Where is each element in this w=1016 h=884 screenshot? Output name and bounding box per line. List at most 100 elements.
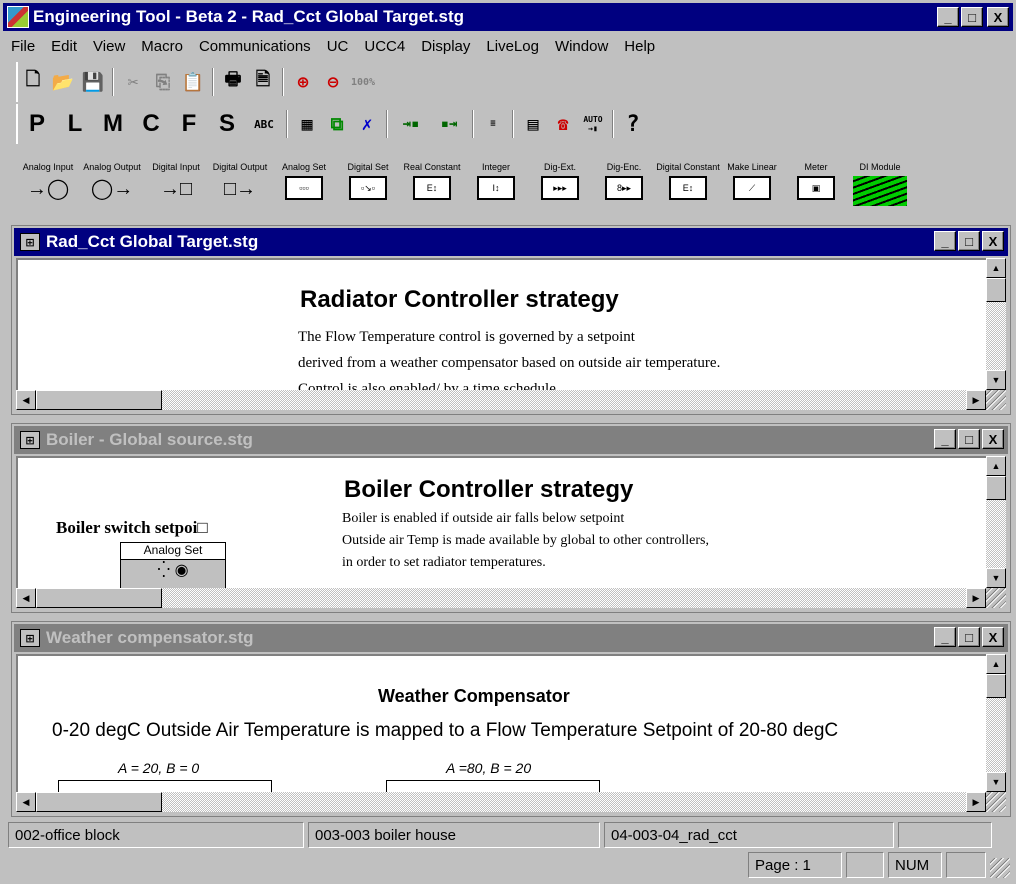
scroll-up-button[interactable]: ▲ — [986, 654, 1006, 674]
scroll-up-button[interactable]: ▲ — [986, 258, 1006, 278]
rad-cct-window[interactable]: ⊞ Rad_Cct Global Target.stg _ □ X Radiat… — [11, 225, 1011, 415]
close-button[interactable]: X — [982, 429, 1004, 449]
maximize-button[interactable]: □ — [958, 231, 980, 251]
minimize-button[interactable]: _ — [934, 429, 956, 449]
close-button[interactable]: X — [987, 7, 1009, 27]
c-tool-button[interactable]: C — [134, 110, 168, 137]
palette-real-constant[interactable]: Real Constant E↕ — [400, 146, 464, 212]
document-icon[interactable]: ⊞ — [20, 233, 40, 251]
l-tool-button[interactable]: L — [58, 110, 92, 137]
palette-dig-enc[interactable]: Dig-Enc. 8▸▸ — [592, 146, 656, 212]
print-preview-icon[interactable]: 🗎 — [250, 69, 276, 95]
link-icon[interactable]: ⧉ — [324, 111, 350, 137]
weather-window-caption[interactable]: ⊞ Weather compensator.stg _ □ X — [14, 624, 1008, 652]
palette-digital-input[interactable]: Digital Input →□ — [144, 146, 208, 212]
f-tool-button[interactable]: F — [172, 110, 206, 137]
connect-right-icon[interactable]: ▪⇥ — [432, 111, 466, 137]
palette-di-module[interactable]: DI Module — [848, 146, 912, 212]
p-tool-button[interactable]: P — [20, 110, 54, 137]
maximize-button[interactable]: □ — [958, 429, 980, 449]
connect-left-icon[interactable]: ⇥▪ — [394, 111, 428, 137]
abc-tool-button[interactable]: ABC — [248, 111, 280, 137]
scroll-down-button[interactable]: ▼ — [986, 568, 1006, 588]
window-icon[interactable]: ▤ — [520, 111, 546, 137]
palette-make-linear[interactable]: Make Linear ⟋ — [720, 146, 784, 212]
scroll-up-button[interactable]: ▲ — [986, 456, 1006, 476]
horizontal-scrollbar[interactable]: ◀ ▶ — [16, 390, 986, 410]
scroll-right-button[interactable]: ▶ — [966, 792, 986, 812]
palette-digital-output[interactable]: Digital Output □→ — [208, 146, 272, 212]
print-icon[interactable]: 🖶 — [220, 69, 246, 95]
app-icon[interactable] — [7, 6, 29, 28]
resize-grip[interactable] — [986, 792, 1006, 812]
palette-digital-set[interactable]: Digital Set ▫↘▫ — [336, 146, 400, 212]
menu-help[interactable]: Help — [616, 38, 663, 55]
copy-icon[interactable]: ⎘ — [150, 69, 176, 95]
palette-analog-input[interactable]: Analog Input →◯ — [16, 146, 80, 212]
maximize-button[interactable]: □ — [958, 627, 980, 647]
paste-icon[interactable]: 📋 — [180, 69, 206, 95]
menu-uc[interactable]: UC — [319, 38, 357, 55]
weather-window[interactable]: ⊞ Weather compensator.stg _ □ X Weather … — [11, 621, 1011, 817]
s-tool-button[interactable]: S — [210, 110, 244, 137]
scroll-right-button[interactable]: ▶ — [966, 588, 986, 608]
boiler-window[interactable]: ⊞ Boiler - Global source.stg _ □ X Boile… — [11, 423, 1011, 613]
maximize-button[interactable]: □ — [961, 7, 983, 27]
scroll-left-button[interactable]: ◀ — [16, 588, 36, 608]
zoom-in-icon[interactable]: ⊕ — [290, 69, 316, 95]
menu-view[interactable]: View — [85, 38, 133, 55]
scroll-thumb[interactable] — [36, 390, 162, 410]
boiler-canvas[interactable]: Boiler Controller strategy Boiler is ena… — [16, 456, 986, 588]
close-button[interactable]: X — [982, 627, 1004, 647]
values-icon[interactable]: ≡ — [480, 111, 506, 137]
minimize-button[interactable]: _ — [934, 627, 956, 647]
scroll-left-button[interactable]: ◀ — [16, 792, 36, 812]
horizontal-scrollbar[interactable]: ◀ ▶ — [16, 792, 986, 812]
scroll-thumb[interactable] — [36, 588, 162, 608]
horizontal-scrollbar[interactable]: ◀ ▶ — [16, 588, 986, 608]
rad-cct-canvas[interactable]: Radiator Controller strategy The Flow Te… — [16, 258, 986, 390]
menu-ucc4[interactable]: UCC4 — [356, 38, 413, 55]
help-icon[interactable]: ? — [620, 111, 646, 137]
save-icon[interactable]: 💾 — [80, 69, 106, 95]
resize-grip[interactable] — [990, 858, 1010, 878]
grid-icon[interactable]: ▦ — [294, 111, 320, 137]
resize-grip[interactable] — [986, 588, 1006, 608]
palette-dig-ext[interactable]: Dig-Ext. ▸▸▸ — [528, 146, 592, 212]
scroll-down-button[interactable]: ▼ — [986, 772, 1006, 792]
palette-analog-set[interactable]: Analog Set ▫▫▫ — [272, 146, 336, 212]
menu-macro[interactable]: Macro — [133, 38, 191, 55]
scroll-thumb[interactable] — [36, 792, 162, 812]
scroll-right-button[interactable]: ▶ — [966, 390, 986, 410]
resize-grip[interactable] — [986, 390, 1006, 410]
weather-canvas[interactable]: Weather Compensator 0-20 degC Outside Ai… — [16, 654, 986, 792]
vertical-scrollbar[interactable]: ▲ ▼ — [986, 258, 1006, 390]
document-icon[interactable]: ⊞ — [20, 629, 40, 647]
new-icon[interactable]: 🗋 — [20, 69, 46, 95]
menu-communications[interactable]: Communications — [191, 38, 319, 55]
analog-set-block[interactable]: Analog Set ⁛ ◉ — [120, 542, 226, 588]
phone-icon[interactable]: ☎ — [550, 111, 576, 137]
vertical-scrollbar[interactable]: ▲ ▼ — [986, 654, 1006, 792]
menu-display[interactable]: Display — [413, 38, 478, 55]
scroll-thumb[interactable] — [986, 476, 1006, 500]
boiler-window-caption[interactable]: ⊞ Boiler - Global source.stg _ □ X — [14, 426, 1008, 454]
menu-window[interactable]: Window — [547, 38, 616, 55]
document-icon[interactable]: ⊞ — [20, 431, 40, 449]
menu-file[interactable]: File — [3, 38, 43, 55]
palette-meter[interactable]: Meter ▣ — [784, 146, 848, 212]
scroll-thumb[interactable] — [986, 674, 1006, 698]
auto-icon[interactable]: AUTO →▮ — [580, 111, 606, 137]
menu-livelog[interactable]: LiveLog — [478, 38, 547, 55]
palette-digital-constant[interactable]: Digital Constant E↕ — [656, 146, 720, 212]
scroll-thumb[interactable] — [986, 278, 1006, 302]
real-constant-block[interactable] — [386, 780, 600, 792]
rad-cct-window-caption[interactable]: ⊞ Rad_Cct Global Target.stg _ □ X — [14, 228, 1008, 256]
scroll-left-button[interactable]: ◀ — [16, 390, 36, 410]
minimize-button[interactable]: _ — [934, 231, 956, 251]
palette-analog-output[interactable]: Analog Output ◯→ — [80, 146, 144, 212]
vertical-scrollbar[interactable]: ▲ ▼ — [986, 456, 1006, 588]
palette-integer[interactable]: Integer I↕ — [464, 146, 528, 212]
wire-icon[interactable]: ✗ — [354, 111, 380, 137]
cut-icon[interactable]: ✂ — [120, 69, 146, 95]
